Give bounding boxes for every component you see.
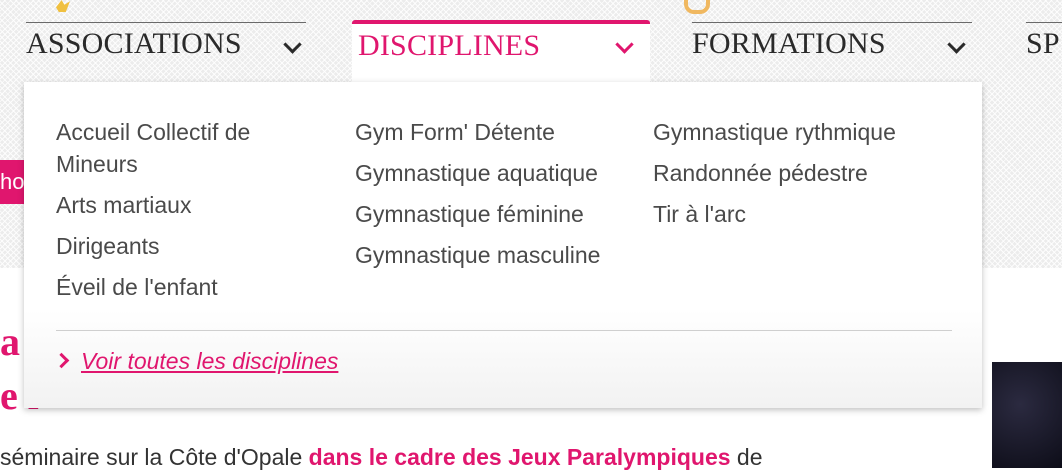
tab-label: ASSOCIATIONS (26, 27, 242, 60)
menu-item-gymnastique-feminine[interactable]: Gymnastique féminine (355, 194, 600, 235)
paragraph-text: séminaire sur la Côte d'Opale (0, 444, 309, 470)
see-all-disciplines-link[interactable]: Voir toutes les disciplines (53, 344, 338, 378)
paragraph-link[interactable]: dans le cadre des Jeux Paralympiques (309, 444, 731, 470)
tab-disciplines[interactable]: DISCIPLINES (352, 20, 650, 88)
disciplines-dropdown: Accueil Collectif de Mineurs Arts martia… (24, 82, 982, 408)
paragraph-text: de (730, 444, 763, 470)
tab-formations[interactable]: FORMATIONS (692, 22, 972, 66)
dropdown-divider (56, 330, 952, 331)
menu-item-gymnastique-masculine[interactable]: Gymnastique masculine (355, 235, 600, 276)
menu-item-eveil-enfant[interactable]: Éveil de l'enfant (56, 267, 306, 308)
menu-item-accueil-collectif[interactable]: Accueil Collectif de Mineurs (56, 116, 306, 180)
side-tag[interactable]: ho (0, 160, 24, 204)
chevron-right-icon (53, 352, 70, 369)
chevron-down-icon (947, 35, 966, 54)
menu-item-randonnee-pedestre[interactable]: Randonnée pédestre (653, 153, 896, 194)
tab-sp[interactable]: SP (1026, 22, 1062, 66)
menu-item-gym-form-detente[interactable]: Gym Form' Détente (355, 112, 600, 153)
menu-item-arts-martiaux[interactable]: Arts martiaux (56, 185, 306, 226)
tab-label: DISCIPLINES (358, 29, 541, 62)
menu-item-gymnastique-rythmique[interactable]: Gymnastique rythmique (653, 112, 896, 153)
dropdown-column-3: Gymnastique rythmique Randonnée pédestre… (653, 112, 896, 235)
dropdown-column-2: Gym Form' Détente Gymnastique aquatique … (355, 112, 600, 276)
article-image (992, 362, 1062, 468)
article-heading-line1: a (0, 319, 20, 364)
decorative-icon (684, 0, 710, 14)
article-paragraph: séminaire sur la Côte d'Opale dans le ca… (0, 444, 763, 471)
tab-label: FORMATIONS (692, 27, 886, 60)
see-all-label[interactable]: Voir toutes les disciplines (81, 348, 338, 374)
dropdown-column-1: Accueil Collectif de Mineurs Arts martia… (56, 112, 306, 308)
menu-item-dirigeants[interactable]: Dirigeants (56, 226, 306, 267)
chevron-down-icon (283, 35, 302, 54)
menu-item-gymnastique-aquatique[interactable]: Gymnastique aquatique (355, 153, 600, 194)
tab-label: SP (1026, 27, 1060, 60)
chevron-down-icon (615, 35, 634, 54)
menu-item-tir-a-l-arc[interactable]: Tir à l'arc (653, 194, 896, 235)
tab-associations[interactable]: ASSOCIATIONS (26, 22, 306, 66)
